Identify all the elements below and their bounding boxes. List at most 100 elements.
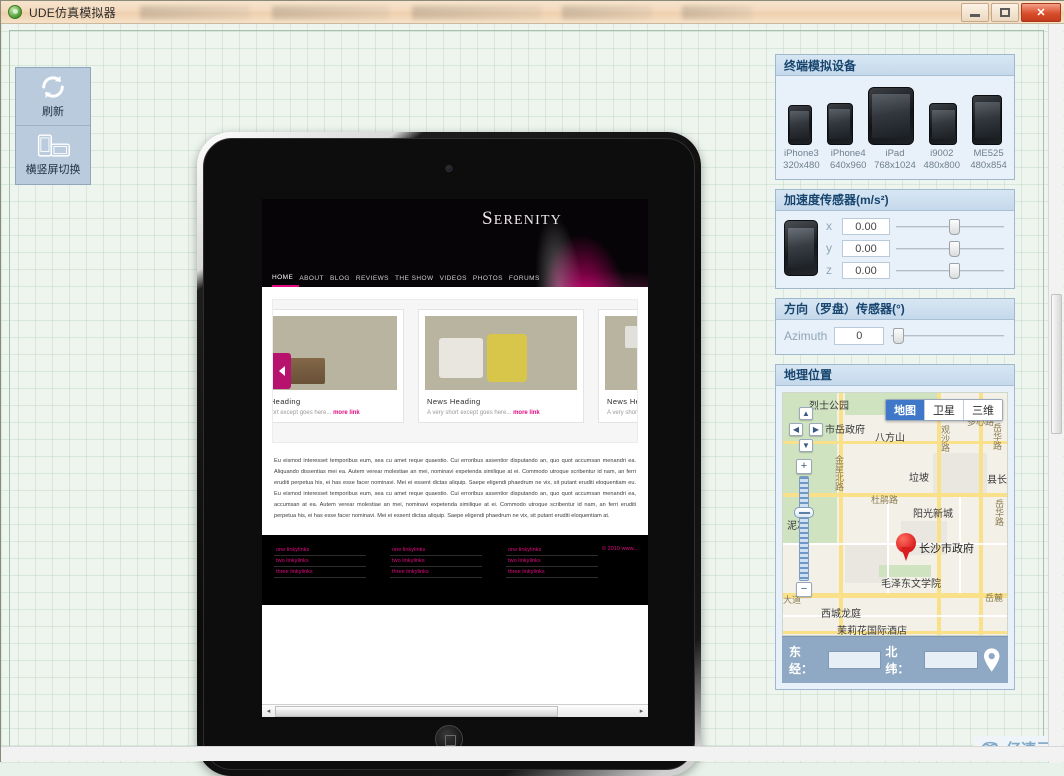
footer-link[interactable]: one linkylinks (390, 545, 482, 557)
axis-label-x: x (826, 219, 832, 234)
azimuth-slider[interactable] (891, 327, 1006, 345)
pan-left-icon[interactable]: ◀ (789, 422, 803, 436)
orientation-tool[interactable]: 横竖屏切换 (16, 126, 90, 184)
footer-link[interactable]: three linkylinks (506, 567, 598, 579)
site-nav-forums[interactable]: FORUMS (509, 272, 546, 286)
site-nav-about[interactable]: ABOUT (299, 272, 330, 286)
zoom-slider-thumb[interactable] (794, 506, 814, 518)
site-logo: SERENITY (482, 208, 562, 230)
device-option-iphone4[interactable] (826, 103, 853, 145)
site-body-text: Eu eismod interesset temporibus eum, sea… (274, 458, 636, 519)
axis-row-x: x 0.00 (826, 217, 1006, 235)
latitude-input[interactable] (924, 650, 978, 669)
camera-icon (445, 165, 453, 172)
axis-slider-z[interactable] (896, 262, 1006, 279)
zoom-out-button[interactable]: − (796, 581, 812, 597)
pan-down-icon[interactable]: ▼ (799, 438, 813, 452)
footer-link[interactable]: one linkylinks (274, 545, 366, 557)
axis-row-y: y 0.00 (826, 239, 1006, 257)
site-nav-videos[interactable]: VIDEOS (440, 272, 473, 286)
restore-button[interactable] (991, 2, 1019, 22)
device-option-iphone3[interactable] (787, 105, 812, 145)
footer-link[interactable]: two linkylinks (506, 556, 598, 568)
accelerometer-body: x 0.00 y 0.00 z 0.00 (776, 211, 1014, 288)
footer-link[interactable]: two linkylinks (390, 556, 482, 568)
device-option-ipad[interactable] (867, 87, 914, 145)
window-controls: ✕ (959, 2, 1061, 22)
axis-value-y[interactable]: 0.00 (842, 239, 890, 257)
rendered-webpage: SERENITY HOME ABOUT BLOG REVIEWS THE SHO… (262, 199, 648, 717)
carousel-slides: News Heading A very short except goes he… (273, 309, 638, 423)
map-type-tabs: 地图 卫星 三维 (885, 398, 1003, 421)
axis-slider-x[interactable] (896, 218, 1006, 235)
news-card-excerpt: A very short except goes here... more li… (607, 410, 638, 416)
axis-value-z[interactable]: 0.00 (842, 261, 890, 279)
axis-value-x[interactable]: 0.00 (842, 217, 890, 235)
footer-link[interactable]: two linkylinks (274, 556, 366, 568)
device-label-ipad: iPad 768x1024 (874, 148, 916, 171)
site-nav-blog[interactable]: BLOG (330, 272, 356, 286)
site-nav-photos[interactable]: PHOTOS (473, 272, 509, 286)
zoom-track[interactable] (799, 475, 809, 581)
news-thumbnail (605, 316, 637, 390)
map-pin-icon[interactable] (982, 647, 1001, 673)
scroll-left-arrow-icon[interactable]: ◂ (262, 705, 275, 718)
longitude-input[interactable] (827, 650, 882, 669)
news-card[interactable]: News Heading A very short except goes he… (418, 309, 584, 423)
footer-link[interactable]: three linkylinks (390, 567, 482, 579)
map-label: 茉莉花国际酒店 (837, 625, 907, 636)
device-section: 终端模拟设备 iPhone3 320x480 iPhone4 640x960 i… (775, 54, 1015, 180)
map-location-marker[interactable] (896, 532, 916, 561)
accelerometer-phone-icon[interactable] (784, 220, 818, 277)
zoom-in-button[interactable]: + (796, 458, 812, 474)
map-zoom-control: + − (794, 458, 816, 597)
close-button[interactable]: ✕ (1021, 2, 1061, 22)
workspace-vscroll-thumb[interactable] (1051, 294, 1062, 434)
device-screen[interactable]: SERENITY HOME ABOUT BLOG REVIEWS THE SHO… (262, 199, 648, 717)
workspace-vertical-scrollbar[interactable] (1048, 24, 1063, 763)
news-card[interactable]: News Heading A very short except goes he… (273, 309, 404, 423)
refresh-tool-label: 刷新 (42, 106, 64, 118)
site-nav-the-show[interactable]: THE SHOW (395, 272, 440, 286)
axis-slider-y[interactable] (896, 240, 1006, 257)
map-label: 毛泽东文学院 (881, 578, 941, 590)
news-card-link[interactable]: more link (333, 410, 360, 416)
site-nav-reviews[interactable]: REVIEWS (356, 272, 395, 286)
news-card-link[interactable]: more link (513, 410, 540, 416)
compass-title: 方向（罗盘）传感器(°) (776, 298, 1014, 320)
carousel-prev-button[interactable] (273, 353, 291, 389)
page-horizontal-scrollbar[interactable]: ◂ ▸ (262, 704, 648, 717)
map-label: 市岳政府 (825, 424, 865, 436)
scrollbar-thumb[interactable] (275, 706, 558, 717)
pan-up-icon[interactable]: ▲ (799, 406, 813, 420)
map-controls: ▲ ◀ ▶ ▼ + − (789, 406, 823, 597)
toolbar-blurred-region (122, 2, 953, 22)
map-tab-3d[interactable]: 三维 (964, 399, 1002, 420)
map-label: 西城龙庭 (821, 608, 861, 620)
news-card[interactable]: News Heading A very short except goes he… (598, 309, 638, 423)
accelerometer-section: 加速度传感器(m/s²) x 0.00 y 0.00 z 0.00 (775, 188, 1015, 289)
scroll-right-arrow-icon[interactable]: ▸ (635, 705, 648, 718)
device-option-i9002[interactable] (929, 103, 958, 145)
map-tab-map[interactable]: 地图 (886, 399, 925, 420)
pan-right-icon[interactable]: ▶ (809, 422, 823, 436)
refresh-tool[interactable]: 刷新 (16, 68, 90, 126)
footer-link[interactable]: one linkylinks (506, 545, 598, 557)
news-thumbnail (425, 316, 577, 390)
footer-link[interactable]: three linkylinks (274, 567, 366, 579)
workspace-horizontal-scrollbar[interactable] (1, 746, 1064, 761)
news-carousel: News Heading A very short except goes he… (272, 299, 638, 443)
map-label: 县长 (987, 474, 1007, 486)
device-option-me525[interactable] (972, 95, 1003, 145)
geolocation-section: 地理位置 烈士公园 市岳政府 八方山 观沙路 多心路 岳华路 金星北路 垃坡 县… (775, 363, 1015, 690)
map-tab-satellite[interactable]: 卫星 (925, 399, 964, 420)
device-label-iphone4: iPhone4 640x960 (829, 148, 867, 171)
minimize-button[interactable] (961, 2, 989, 22)
footer-column: one linkylinks two linkylinks three link… (390, 545, 482, 595)
azimuth-value[interactable]: 0 (834, 326, 885, 345)
map-pan-control: ▲ ◀ ▶ ▼ (789, 406, 823, 457)
site-nav-home[interactable]: HOME (272, 271, 300, 287)
footer-copyright-link[interactable]: www... (622, 546, 638, 552)
map-canvas[interactable]: 烈士公园 市岳政府 八方山 观沙路 多心路 岳华路 金星北路 垃坡 县长 杜鹃路… (782, 391, 1008, 636)
workspace-canvas: 刷新 横竖屏切换 SERENITY HOME ABOUT BLOG REVIEW… (1, 24, 1064, 776)
